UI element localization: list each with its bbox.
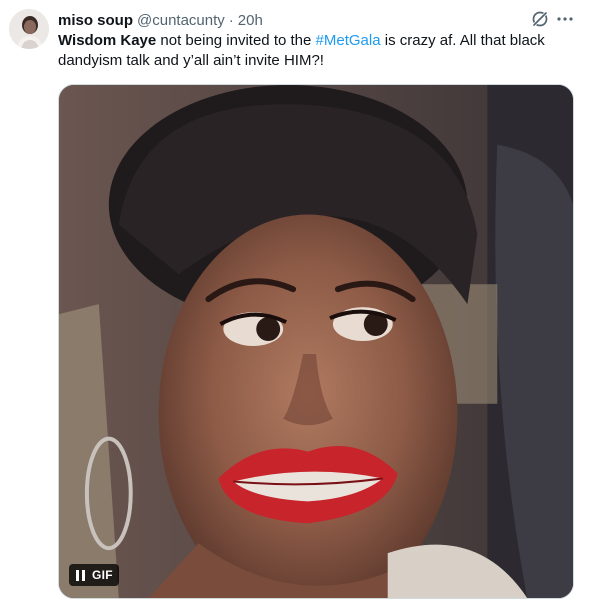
author-display-name[interactable]: miso soup [58,12,133,29]
more-options-icon[interactable] [554,9,576,29]
pause-icon[interactable] [74,569,86,581]
separator-dot: · [228,11,234,29]
gif-controls: GIF [69,564,119,586]
gif-media[interactable]: GIF [58,84,574,599]
hashtag-link[interactable]: #MetGala [316,32,381,49]
grok-icon[interactable] [530,9,550,29]
tweet-text: Wisdom Kaye not being invited to the #Me… [58,31,568,71]
tweet-header: miso soup @cuntacunty · 20h [58,9,578,31]
tweet-text-part1: not being invited to the [156,32,316,49]
tweet-timestamp[interactable]: 20h [238,12,263,29]
avatar-image [9,9,49,49]
author-handle[interactable]: @cuntacunty [137,12,225,29]
tweet-card: miso soup @cuntacunty · 20h Wisdom Kaye … [0,0,590,612]
author-avatar[interactable] [9,9,49,49]
mention-name: Wisdom Kaye [58,32,157,49]
gif-badge: GIF [92,568,113,582]
gif-frame-image [59,85,573,598]
